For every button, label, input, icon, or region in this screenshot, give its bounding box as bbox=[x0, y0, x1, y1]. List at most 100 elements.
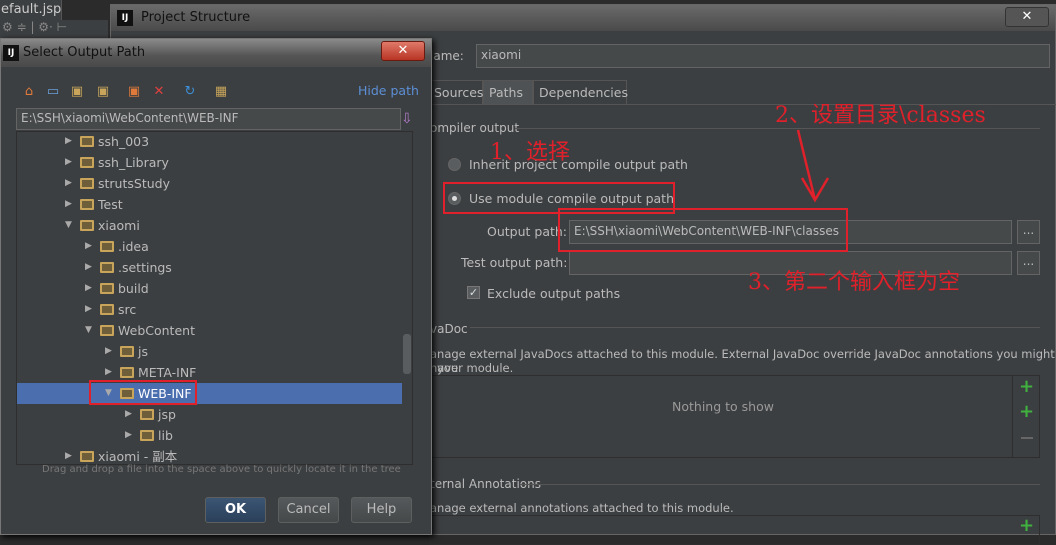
tree-item[interactable]: ▶ lib bbox=[17, 425, 402, 446]
collapsed-arrow-icon[interactable]: ▶ bbox=[65, 446, 72, 464]
javadoc-title: vaDoc bbox=[430, 322, 468, 336]
tree-item-label: ssh_003 bbox=[98, 134, 150, 149]
tab-sources[interactable]: Sources bbox=[428, 80, 483, 105]
help-button[interactable]: Help bbox=[351, 497, 412, 523]
tree-item[interactable]: ▼ xiaomi bbox=[17, 215, 402, 236]
intellij-logo-icon: IJ bbox=[117, 10, 133, 26]
tree-item[interactable]: ▶ ssh_003 bbox=[17, 132, 402, 152]
collapsed-arrow-icon[interactable]: ▶ bbox=[85, 257, 92, 278]
folder-icon bbox=[100, 262, 114, 273]
folder-icon bbox=[100, 241, 114, 252]
tree-item[interactable]: ▶ src bbox=[17, 299, 402, 320]
collapsed-arrow-icon[interactable]: ▶ bbox=[65, 194, 72, 215]
javadoc-desc: anage external JavaDocs attached to this… bbox=[430, 347, 1055, 375]
module-folder-icon[interactable]: ▣ bbox=[95, 84, 111, 100]
add-url-icon[interactable]: + bbox=[1019, 401, 1034, 422]
tree-item[interactable]: ▼ WEB-INF bbox=[17, 383, 402, 404]
tree-item[interactable]: ▶ jsp bbox=[17, 404, 402, 425]
collapsed-arrow-icon[interactable]: ▶ bbox=[85, 236, 92, 257]
tree-item[interactable]: ▶ .settings bbox=[17, 257, 402, 278]
collapsed-arrow-icon[interactable]: ▶ bbox=[85, 299, 92, 320]
editor-tab[interactable]: efault.jsp bbox=[0, 0, 62, 20]
collapsed-arrow-icon[interactable]: ▶ bbox=[105, 341, 112, 362]
folder-icon bbox=[140, 409, 154, 420]
empty-text: Nothing to show bbox=[672, 399, 774, 414]
test-browse-button[interactable]: ... bbox=[1017, 251, 1040, 275]
tree-item-label: build bbox=[118, 281, 149, 296]
tree-item-label: Test bbox=[98, 197, 123, 212]
home-icon[interactable]: ⌂ bbox=[21, 84, 37, 100]
path-input[interactable]: E:\SSH\xiaomi\WebContent\WEB-INF bbox=[16, 108, 401, 130]
hide-path-link[interactable]: Hide path bbox=[358, 83, 419, 98]
desktop-icon[interactable]: ▭ bbox=[45, 84, 61, 100]
dialog-title: Select Output Path bbox=[23, 45, 146, 60]
tree-scrollbar[interactable] bbox=[403, 334, 411, 374]
add-annotation-icon[interactable]: + bbox=[1019, 515, 1034, 536]
folder-icon bbox=[80, 199, 94, 210]
tree-item-label: xiaomi - 副本 bbox=[98, 449, 178, 464]
folder-icon bbox=[120, 346, 134, 357]
add-icon[interactable]: + bbox=[1019, 376, 1034, 397]
tree-item[interactable]: ▶ META-INF bbox=[17, 362, 402, 383]
collapsed-arrow-icon[interactable]: ▶ bbox=[125, 425, 132, 446]
tree-item-label: lib bbox=[158, 428, 173, 443]
collapsed-arrow-icon[interactable]: ▶ bbox=[65, 173, 72, 194]
project-folder-icon[interactable]: ▣ bbox=[69, 84, 85, 100]
new-folder-icon[interactable]: ▣ bbox=[126, 84, 142, 100]
cancel-button[interactable]: Cancel bbox=[278, 497, 339, 523]
inherit-radio[interactable] bbox=[448, 158, 461, 171]
intellij-logo-icon: IJ bbox=[3, 45, 19, 61]
drag-hint: Drag and drop a file into the space abov… bbox=[42, 464, 401, 475]
tree-item[interactable]: ▶ strutsStudy bbox=[17, 173, 402, 194]
tab-dependencies[interactable]: Dependencies bbox=[533, 80, 628, 105]
tree-item-label: jsp bbox=[158, 407, 176, 422]
tree-item[interactable]: ▶ xiaomi - 副本 bbox=[17, 446, 402, 464]
folder-icon bbox=[100, 325, 114, 336]
tree-item[interactable]: ▶ build bbox=[17, 278, 402, 299]
folder-icon bbox=[80, 220, 94, 231]
remove-icon[interactable] bbox=[1021, 437, 1033, 439]
annotation-box-output bbox=[558, 208, 848, 252]
close-button[interactable]: ✕ bbox=[1005, 7, 1049, 27]
tab-paths[interactable]: Paths bbox=[483, 80, 533, 105]
javadoc-table bbox=[430, 375, 1040, 458]
ok-button[interactable]: OK bbox=[205, 497, 266, 523]
tree-item-label: ssh_Library bbox=[98, 155, 169, 170]
close-button[interactable]: ✕ bbox=[381, 41, 425, 61]
tree-item[interactable]: ▶ Test bbox=[17, 194, 402, 215]
exclude-label: Exclude output paths bbox=[487, 286, 621, 301]
test-output-path-label: Test output path: bbox=[461, 255, 568, 270]
tree-item[interactable]: ▼ WebContent bbox=[17, 320, 402, 341]
expanded-arrow-icon[interactable]: ▼ bbox=[85, 320, 92, 341]
collapsed-arrow-icon[interactable]: ▶ bbox=[65, 132, 72, 152]
history-icon[interactable]: ⇩ bbox=[401, 111, 413, 127]
show-hidden-icon[interactable]: ▦ bbox=[213, 84, 229, 100]
tree-item[interactable]: ▶ js bbox=[17, 341, 402, 362]
tree-item-label: src bbox=[118, 302, 137, 317]
tree-item[interactable]: ▶ ssh_Library bbox=[17, 152, 402, 173]
window-title: Project Structure bbox=[141, 10, 251, 25]
refresh-icon[interactable]: ↻ bbox=[182, 84, 198, 100]
divider bbox=[520, 484, 1040, 485]
delete-icon[interactable]: ✕ bbox=[151, 84, 167, 100]
folder-icon bbox=[140, 430, 154, 441]
select-output-path-dialog: Select Output Path IJ ✕ ⌂ ▭ ▣ ▣ ▣ ✕ ↻ ▦ … bbox=[0, 38, 432, 535]
title-bar: Select Output Path bbox=[1, 39, 431, 67]
exclude-checkbox[interactable]: ✓ bbox=[467, 286, 480, 299]
collapsed-arrow-icon[interactable]: ▶ bbox=[65, 152, 72, 173]
collapsed-arrow-icon[interactable]: ▶ bbox=[125, 404, 132, 425]
output-browse-button[interactable]: ... bbox=[1017, 220, 1040, 244]
folder-icon bbox=[80, 157, 94, 168]
tree-item-label: .idea bbox=[118, 239, 149, 254]
collapsed-arrow-icon[interactable]: ▶ bbox=[85, 278, 92, 299]
expanded-arrow-icon[interactable]: ▼ bbox=[65, 215, 72, 236]
folder-icon bbox=[80, 178, 94, 189]
output-path-label: Output path: bbox=[487, 224, 568, 239]
javadoc-desc-2: your module. bbox=[437, 361, 514, 375]
tree-item-label: WebContent bbox=[118, 323, 195, 338]
tree-item[interactable]: ▶ .idea bbox=[17, 236, 402, 257]
tree-item-label: .settings bbox=[118, 260, 172, 275]
name-input[interactable]: xiaomi bbox=[476, 44, 1050, 68]
divider bbox=[470, 327, 1040, 328]
compiler-output-title: ompiler output bbox=[430, 121, 520, 135]
